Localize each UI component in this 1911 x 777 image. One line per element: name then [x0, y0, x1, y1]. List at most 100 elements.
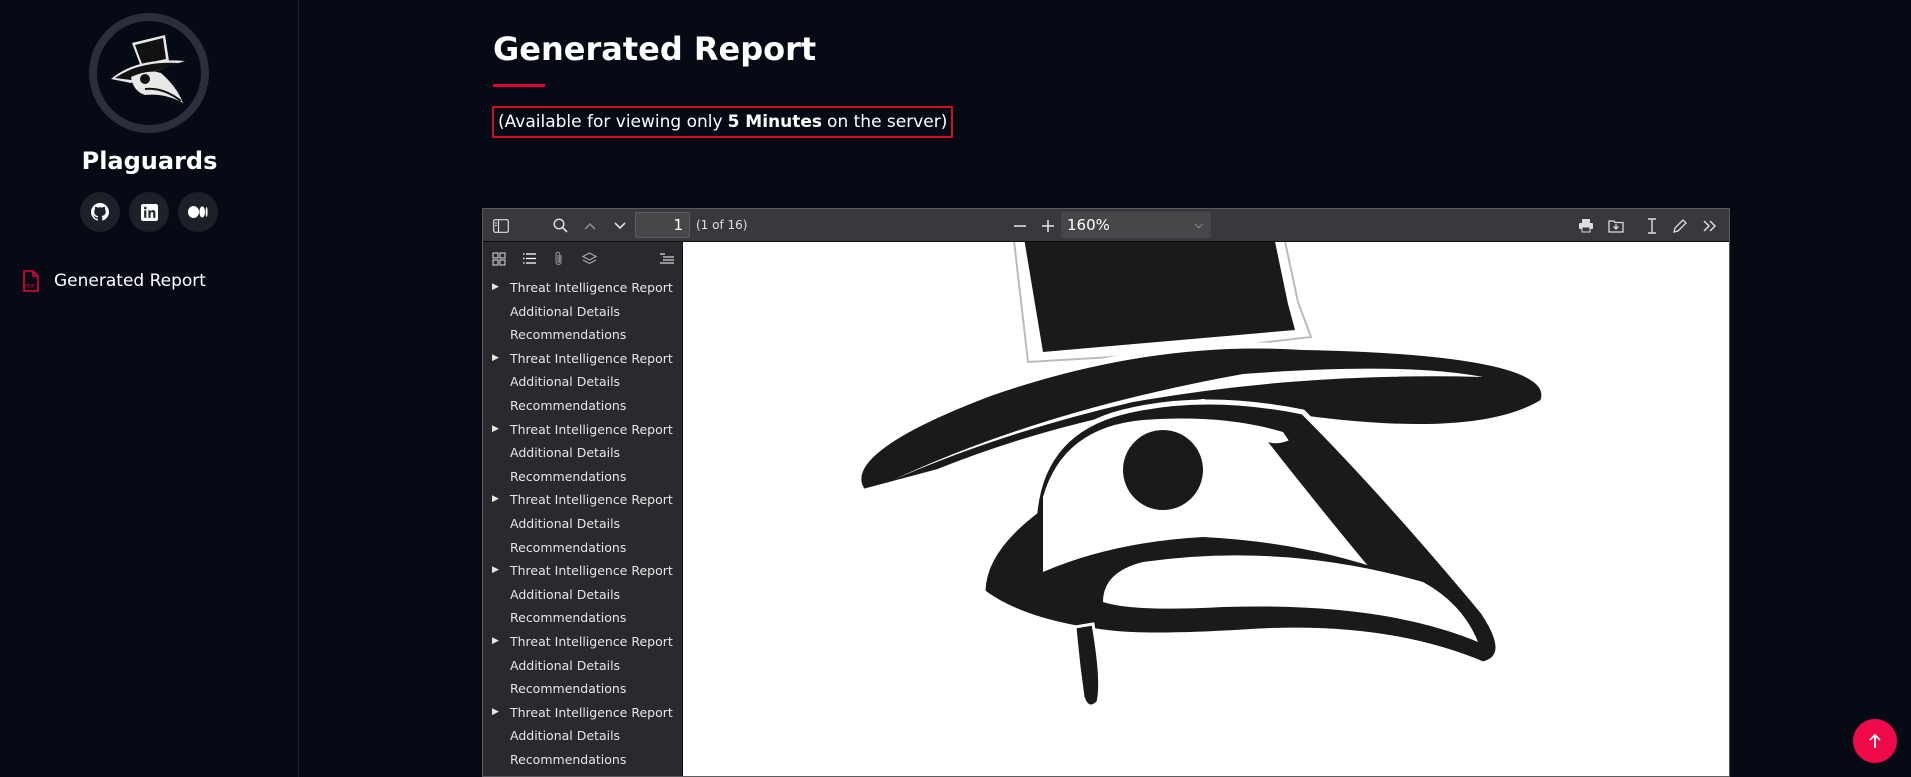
outline-item-label: Recommendations [510, 610, 627, 626]
text-cursor-icon [1648, 217, 1656, 234]
expand-triangle-icon[interactable]: ▶ [492, 488, 499, 512]
outline-item[interactable]: ▶ Threat Intelligence Report [483, 559, 682, 583]
zoom-out-button[interactable] [1007, 215, 1033, 236]
expand-triangle-icon[interactable]: ▶ [492, 630, 499, 654]
sidebar: Plaguards PDF Generated Report [0, 0, 299, 777]
brand-name: Plaguards [81, 147, 218, 175]
outline-item-label: Threat Intelligence Report [510, 704, 673, 720]
pdf-sidebar: ▶ Threat Intelligence Report Additional De… [483, 242, 683, 776]
expand-triangle-icon[interactable]: ▶ [492, 276, 499, 300]
chevron-down-icon [614, 221, 626, 229]
minus-icon [1014, 224, 1026, 227]
outline-item[interactable]: Recommendations [483, 606, 682, 630]
outline-item[interactable]: ▶ Threat Intelligence Report [483, 630, 682, 654]
svg-text:PDF: PDF [25, 284, 35, 290]
pdf-viewer: 1 (1 of 16) 160% ⌵ ▶ Threat Intelligence… [482, 208, 1730, 777]
outline-item-label: Recommendations [510, 751, 627, 767]
layers-tab[interactable] [577, 248, 601, 269]
outline-item[interactable]: ▶ Threat Intelligence Report [483, 347, 682, 371]
plague-doctor-logo [111, 35, 185, 103]
notice-text-after: on the server) [827, 112, 948, 132]
save-icon [1608, 220, 1624, 233]
github-link[interactable] [80, 192, 120, 232]
pdf-file-icon: PDF [23, 270, 39, 292]
find-button[interactable] [547, 215, 573, 236]
outline-item[interactable]: Recommendations [483, 465, 682, 489]
list-icon [522, 253, 536, 264]
outline-item[interactable]: Additional Details [483, 583, 682, 607]
pdf-toolbar: 1 (1 of 16) 160% ⌵ [483, 209, 1729, 242]
outline-item[interactable]: Additional Details [483, 724, 682, 748]
outline-item[interactable]: Additional Details [483, 512, 682, 536]
sidebar-item-generated-report[interactable]: PDF Generated Report [22, 270, 206, 292]
outline-item[interactable]: Recommendations [483, 323, 682, 347]
page-number-input[interactable]: 1 [635, 212, 690, 238]
outline-item[interactable]: ▶ Threat Intelligence Report [483, 276, 682, 300]
search-icon [552, 218, 568, 233]
save-button[interactable] [1603, 215, 1629, 236]
zoom-select[interactable]: 160% ⌵ [1061, 212, 1211, 238]
double-chevron-right-icon [1703, 219, 1717, 232]
expand-triangle-icon[interactable]: ▶ [492, 559, 499, 583]
avatar [89, 13, 209, 133]
paperclip-icon [555, 251, 562, 266]
sidebar-toggle-button[interactable] [488, 215, 514, 236]
outline-item[interactable]: Additional Details [483, 300, 682, 324]
outline-item-label: Threat Intelligence Report [510, 421, 673, 437]
expand-triangle-icon[interactable]: ▶ [492, 347, 499, 371]
chevron-down-icon: ⌵ [1194, 218, 1203, 231]
page-title: Generated Report [493, 30, 817, 68]
thumbnails-tab[interactable] [487, 248, 511, 269]
layers-icon [581, 251, 597, 264]
outline-item-label: Recommendations [510, 327, 627, 343]
notice-duration: 5 Minutes [727, 112, 823, 132]
zoom-in-button[interactable] [1035, 215, 1061, 236]
availability-notice: (Available for viewing only 5 Minutes on… [492, 106, 954, 138]
outline-item[interactable]: Recommendations [483, 394, 682, 418]
outline-list-icon [660, 252, 674, 264]
zoom-value: 160% [1067, 216, 1110, 234]
outline-item[interactable]: Recommendations [483, 536, 682, 560]
draw-tool-button[interactable] [1667, 215, 1693, 236]
sidebar-tabs [483, 242, 682, 276]
sidebar-item-label: Generated Report [54, 271, 206, 291]
outline-item-label: Additional Details [510, 303, 621, 319]
current-outline-item-button[interactable] [655, 248, 679, 269]
text-tool-button[interactable] [1639, 215, 1665, 236]
tools-menu-button[interactable] [1697, 215, 1723, 236]
outline-item[interactable]: ▶ Threat Intelligence Report [483, 418, 682, 442]
next-page-button[interactable] [607, 215, 633, 236]
title-underline [493, 84, 545, 87]
print-button[interactable] [1573, 215, 1599, 236]
expand-triangle-icon[interactable]: ▶ [492, 701, 499, 725]
outline-tab[interactable] [517, 248, 541, 269]
expand-triangle-icon[interactable]: ▶ [492, 418, 499, 442]
previous-page-button[interactable] [577, 215, 603, 236]
scroll-to-top-button[interactable] [1853, 719, 1897, 763]
outline-item-label: Threat Intelligence Report [510, 633, 673, 649]
linkedin-link[interactable] [129, 192, 169, 232]
outline-item-label: Additional Details [510, 374, 621, 390]
pdf-page [683, 242, 1729, 776]
plus-icon [1042, 219, 1054, 232]
outline-item[interactable]: Additional Details [483, 441, 682, 465]
outline-item[interactable]: ▶ Threat Intelligence Report [483, 701, 682, 725]
medium-icon [188, 206, 208, 218]
outline-item[interactable]: Additional Details [483, 654, 682, 678]
outline-item[interactable]: Additional Details [483, 370, 682, 394]
outline-item-label: Threat Intelligence Report [510, 492, 673, 508]
outline-item[interactable]: ▶ Threat Intelligence Report [483, 488, 682, 512]
print-icon [1579, 219, 1593, 233]
medium-link[interactable] [178, 192, 218, 232]
outline-item[interactable]: Recommendations [483, 748, 682, 772]
chevron-up-icon [584, 222, 596, 230]
outline-item-label: Recommendations [510, 539, 627, 555]
attachments-tab[interactable] [547, 248, 571, 269]
outline-item-label: Recommendations [510, 397, 627, 413]
outline-item[interactable]: Recommendations [483, 677, 682, 701]
page-count: (1 of 16) [696, 218, 748, 232]
outline-item-label: Additional Details [510, 657, 621, 673]
outline-item-label: Additional Details [510, 586, 621, 602]
sidebar-toggle-icon [493, 218, 509, 233]
github-icon [91, 203, 109, 221]
